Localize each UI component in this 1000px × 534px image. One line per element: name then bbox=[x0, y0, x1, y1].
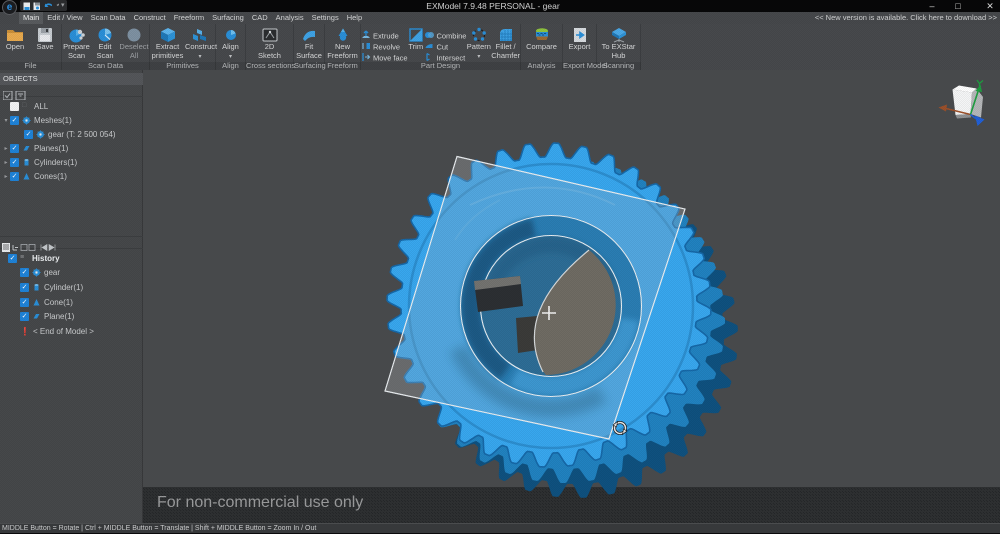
svg-text:For non-commercial use only: For non-commercial use only bbox=[157, 494, 363, 511]
